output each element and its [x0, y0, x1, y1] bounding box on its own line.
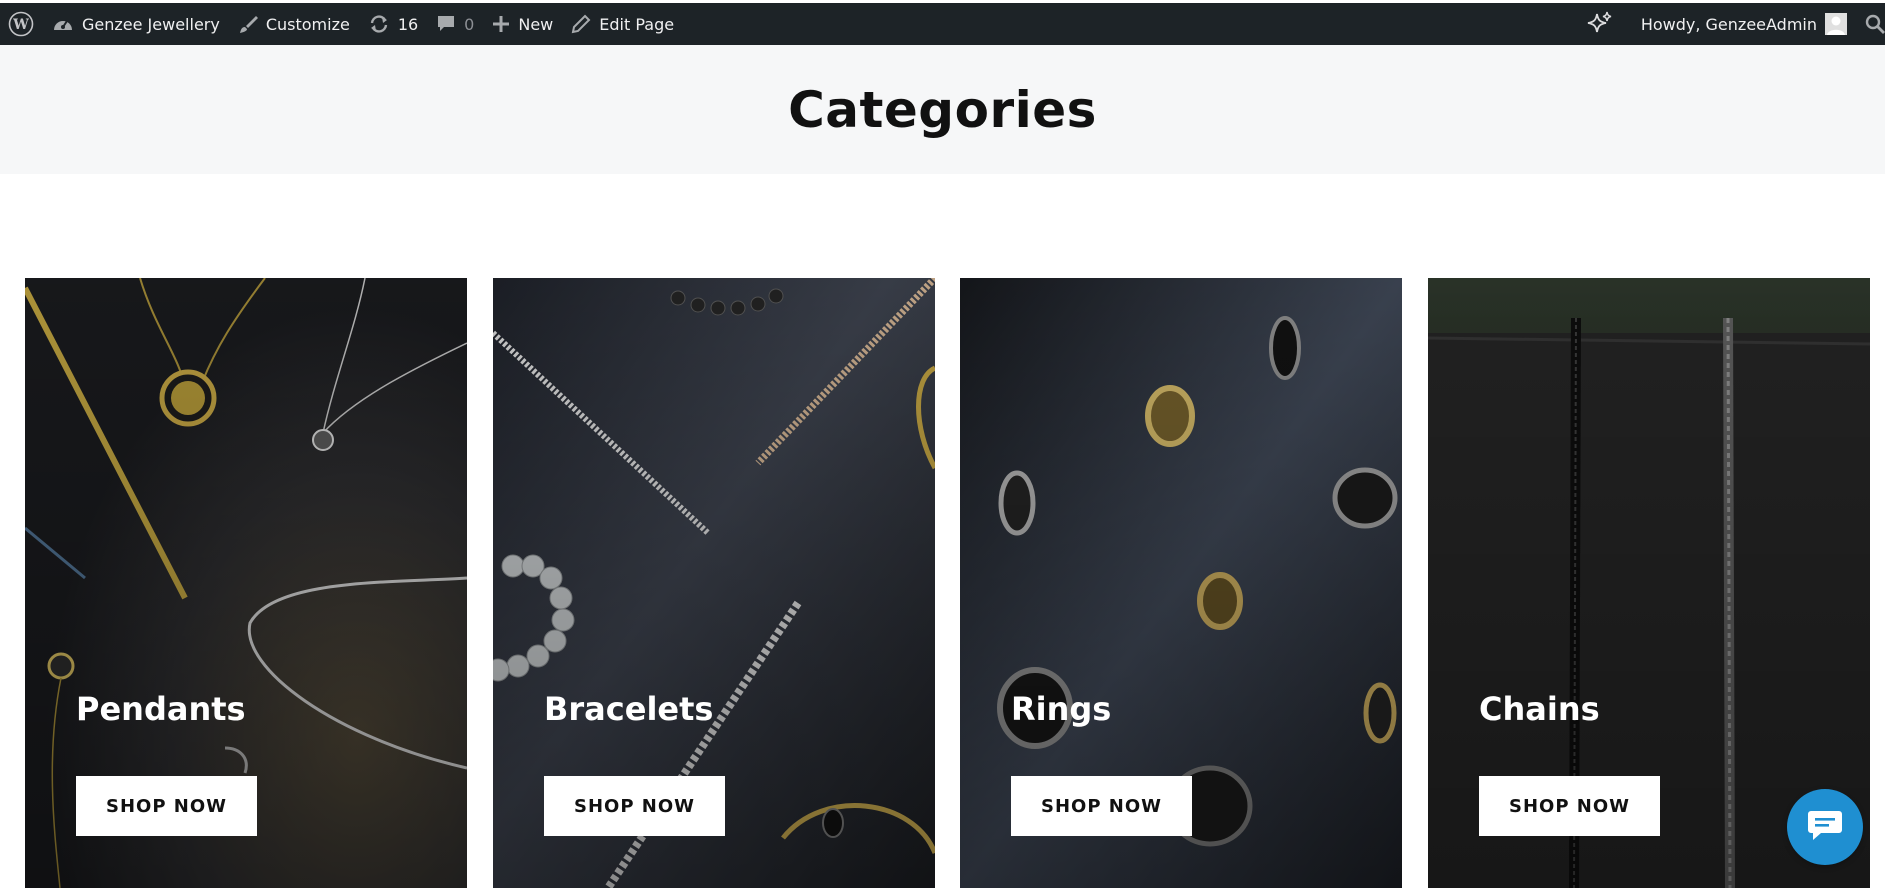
wp-logo-menu[interactable]: W [0, 3, 43, 45]
search-icon [1865, 14, 1885, 34]
updates-link[interactable]: 16 [359, 3, 427, 45]
comments-link[interactable]: 0 [427, 3, 483, 45]
comments-count: 0 [464, 14, 475, 34]
site-name-menu[interactable]: Genzee Jewellery [43, 3, 229, 45]
chat-message-icon [1807, 808, 1843, 846]
page-title: Categories [788, 80, 1097, 139]
page-header: Categories [0, 45, 1885, 174]
shop-now-button[interactable]: SHOP NOW [1011, 776, 1192, 836]
category-card-pendants[interactable]: Pendants SHOP NOW [25, 278, 467, 888]
site-name-label: Genzee Jewellery [82, 14, 220, 34]
paintbrush-icon [238, 14, 258, 34]
new-label: New [518, 14, 554, 34]
wordpress-logo-icon: W [8, 11, 34, 37]
dashboard-gauge-icon [52, 14, 74, 34]
customize-link[interactable]: Customize [229, 3, 359, 45]
category-title: Chains [1479, 690, 1600, 728]
plus-icon [492, 15, 510, 33]
shop-now-button[interactable]: SHOP NOW [544, 776, 725, 836]
category-title: Rings [1011, 690, 1112, 728]
admin-bar-right: Howdy, GenzeeAdmin [1577, 3, 1885, 45]
category-card-rings[interactable]: Rings SHOP NOW [960, 278, 1402, 888]
pencil-icon [571, 14, 591, 34]
admin-bar: W Genzee Jewellery Customize 16 0 New Ed… [0, 3, 1885, 45]
admin-search[interactable] [1856, 3, 1885, 45]
avatar [1825, 13, 1847, 35]
sparkle-icon [1586, 10, 1614, 38]
shop-now-button[interactable]: SHOP NOW [76, 776, 257, 836]
edit-page-link[interactable]: Edit Page [562, 3, 683, 45]
category-grid: Pendants SHOP NOW Bracelets SHOP NOW Rin… [0, 278, 1885, 888]
customize-label: Customize [265, 14, 350, 34]
chat-widget-button[interactable] [1787, 789, 1863, 865]
ai-assistant-button[interactable] [1577, 3, 1632, 45]
category-title: Pendants [76, 690, 246, 728]
my-account-menu[interactable]: Howdy, GenzeeAdmin [1632, 3, 1856, 45]
refresh-icon [368, 14, 390, 34]
new-content-menu[interactable]: New [483, 3, 562, 45]
svg-text:W: W [12, 17, 29, 33]
howdy-label: Howdy, GenzeeAdmin [1640, 14, 1817, 34]
edit-page-label: Edit Page [599, 14, 675, 34]
admin-bar-left: W Genzee Jewellery Customize 16 0 New Ed… [0, 3, 683, 45]
shop-now-button[interactable]: SHOP NOW [1479, 776, 1660, 836]
category-title: Bracelets [544, 690, 714, 728]
category-card-bracelets[interactable]: Bracelets SHOP NOW [493, 278, 935, 888]
updates-count: 16 [397, 14, 419, 34]
comment-bubble-icon [436, 14, 456, 34]
